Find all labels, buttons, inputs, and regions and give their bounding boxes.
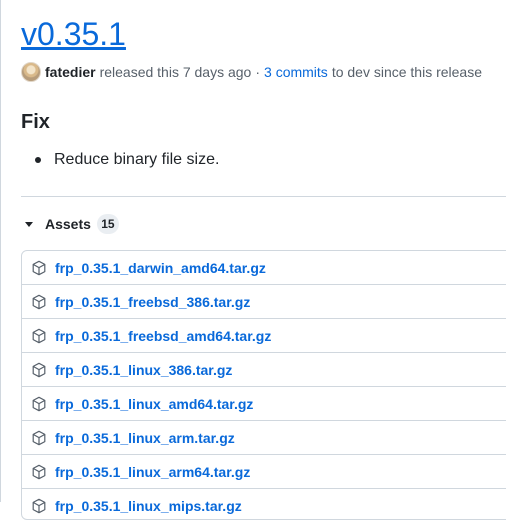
released-text: released this 7 days ago — [99, 64, 252, 80]
triangle-down-icon[interactable] — [25, 221, 33, 227]
asset-row[interactable]: frp_0.35.1_linux_arm64.tar.gz — [22, 455, 506, 489]
notes-heading: Fix — [21, 111, 50, 133]
package-icon — [32, 328, 46, 343]
assets-list: frp_0.35.1_darwin_amd64.tar.gz frp_0.35.… — [21, 250, 506, 520]
asset-link[interactable]: frp_0.35.1_linux_mips.tar.gz — [55, 498, 242, 514]
package-icon — [32, 396, 46, 411]
package-icon — [32, 294, 46, 309]
package-icon — [32, 362, 46, 377]
asset-link[interactable]: frp_0.35.1_linux_amd64.tar.gz — [55, 396, 253, 412]
asset-row[interactable]: frp_0.35.1_linux_mips.tar.gz — [22, 489, 506, 519]
asset-row[interactable]: frp_0.35.1_linux_amd64.tar.gz — [22, 387, 506, 421]
asset-row[interactable]: frp_0.35.1_linux_386.tar.gz — [22, 353, 506, 387]
asset-link[interactable]: frp_0.35.1_darwin_amd64.tar.gz — [55, 260, 266, 276]
asset-row[interactable]: frp_0.35.1_freebsd_386.tar.gz — [22, 285, 506, 319]
package-icon — [32, 464, 46, 479]
release-meta: fatedier released this 7 days ago · 3 co… — [21, 62, 482, 82]
assets-toggle[interactable]: Assets 15 — [21, 213, 119, 235]
commits-link[interactable]: 3 commits — [264, 64, 328, 80]
assets-count-badge: 15 — [96, 214, 119, 234]
assets-label: Assets — [45, 216, 91, 232]
asset-row[interactable]: frp_0.35.1_linux_arm.tar.gz — [22, 421, 506, 455]
asset-link[interactable]: frp_0.35.1_linux_arm64.tar.gz — [55, 464, 250, 480]
divider — [21, 196, 506, 197]
meta-separator: · — [255, 64, 261, 80]
author-avatar[interactable] — [21, 62, 41, 82]
author-link[interactable]: fatedier — [45, 64, 96, 80]
asset-row[interactable]: frp_0.35.1_freebsd_amd64.tar.gz — [22, 319, 506, 353]
asset-row[interactable]: frp_0.35.1_darwin_amd64.tar.gz — [22, 251, 506, 285]
container-border — [0, 0, 1, 502]
asset-link[interactable]: frp_0.35.1_freebsd_386.tar.gz — [55, 294, 250, 310]
package-icon — [32, 498, 46, 514]
package-icon — [32, 430, 46, 445]
package-icon — [32, 260, 46, 275]
notes-list: Reduce binary file size. — [21, 150, 219, 170]
asset-link[interactable]: frp_0.35.1_linux_arm.tar.gz — [55, 430, 235, 446]
asset-link[interactable]: frp_0.35.1_linux_386.tar.gz — [55, 362, 232, 378]
list-item: Reduce binary file size. — [21, 150, 219, 170]
release-title-link[interactable]: v0.35.1 — [21, 14, 126, 54]
asset-link[interactable]: frp_0.35.1_freebsd_amd64.tar.gz — [55, 328, 271, 344]
commits-suffix: to dev since this release — [331, 64, 483, 80]
